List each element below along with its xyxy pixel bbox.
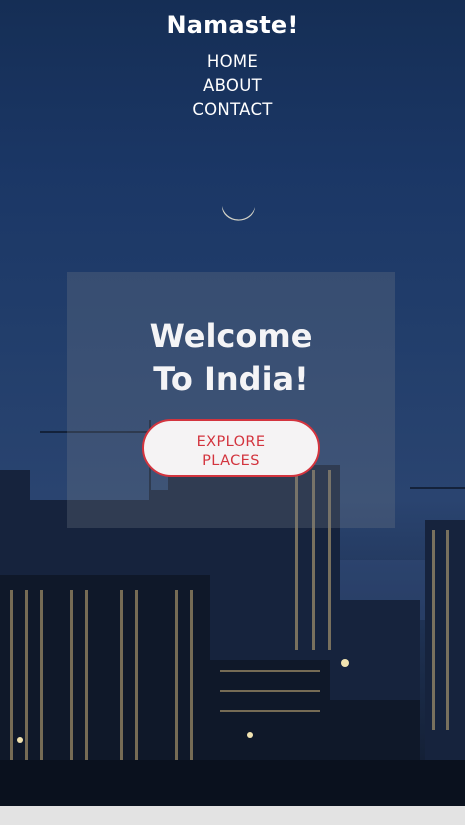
hero-heading-line-2: To India! bbox=[153, 360, 309, 398]
explore-button-line-2: PLACES bbox=[202, 453, 260, 469]
nav-link-home[interactable]: HOME bbox=[207, 52, 258, 71]
page-bottom-strip bbox=[0, 806, 465, 825]
nav-item-about: ABOUT bbox=[0, 74, 465, 98]
nav-item-home: HOME bbox=[0, 50, 465, 74]
main-nav: HOME ABOUT CONTACT bbox=[0, 50, 465, 122]
nav-item-contact: CONTACT bbox=[0, 98, 465, 122]
nav-link-about[interactable]: ABOUT bbox=[203, 76, 262, 95]
hero-heading-line-1: Welcome bbox=[149, 317, 313, 355]
crescent-moon-icon bbox=[221, 206, 255, 221]
brand-title[interactable]: Namaste! bbox=[0, 11, 465, 39]
nav-link-contact[interactable]: CONTACT bbox=[192, 100, 272, 119]
explore-places-button[interactable]: EXPLORE PLACES bbox=[142, 419, 320, 477]
hero-heading: Welcome To India! bbox=[67, 315, 395, 401]
explore-button-line-1: EXPLORE bbox=[196, 434, 266, 450]
